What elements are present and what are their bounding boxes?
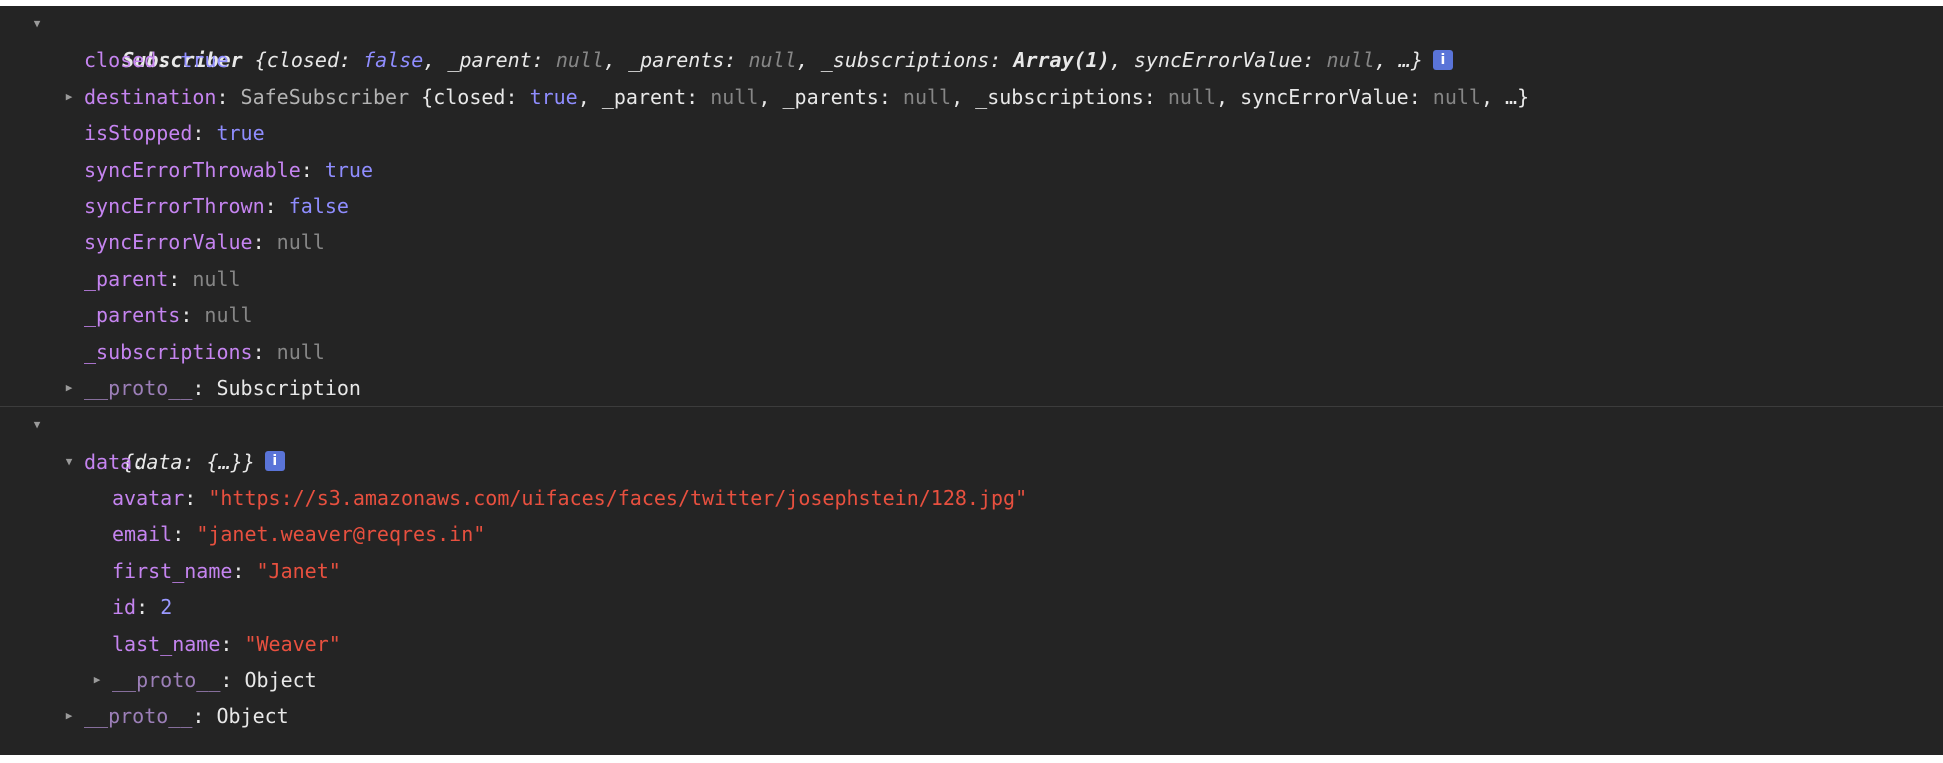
subscriber-summary-row[interactable]: ▼ Subscriber {closed: false, _parent: nul… (0, 6, 1943, 72)
prop-value: 2 (160, 595, 173, 620)
console-entry-subscriber: ▼ Subscriber {closed: false, _parent: nul… (0, 6, 1943, 406)
prop-id[interactable]: id: 2 (0, 589, 1943, 625)
prop-key: first_name (112, 558, 233, 583)
prop-key: _parents (84, 303, 181, 328)
prop-key: isStopped (84, 121, 193, 146)
prop-value: Object (216, 704, 289, 729)
preview-key: _parents (782, 84, 879, 109)
prop-value: Subscription (216, 375, 361, 400)
prop-email[interactable]: email: "janet.weaver@reqres.in" (0, 516, 1943, 552)
preview-value: null (710, 84, 759, 109)
prop-subscriptions[interactable]: _subscriptions: null (0, 334, 1943, 370)
prop-key: last_name (112, 631, 221, 656)
devtools-console: ▼ Subscriber {closed: false, _parent: nul… (0, 6, 1943, 755)
prop-value: "Weaver" (244, 631, 341, 656)
preview-value: null (1167, 84, 1217, 109)
preview-key: closed (433, 84, 506, 109)
prop-isStopped[interactable]: isStopped: true (0, 115, 1943, 151)
prop-key: email (112, 522, 173, 547)
prop-key: __proto__ (112, 668, 221, 693)
collapse-triangle-icon[interactable]: ▶ (90, 662, 104, 698)
prop-key: avatar (112, 486, 185, 511)
prop-key: syncErrorThrowable (84, 157, 301, 182)
prop-key: syncErrorThrown (84, 193, 265, 218)
prop-value: Object (244, 668, 317, 693)
prop-key: __proto__ (84, 704, 193, 729)
preview-key: _parent (601, 84, 687, 109)
preview-key: syncErrorValue (1240, 84, 1409, 109)
prop-data[interactable]: ▼ data: (0, 444, 1943, 480)
collapse-triangle-icon[interactable]: ▶ (62, 370, 76, 406)
prop-value: false (288, 193, 349, 218)
prop-key: destination (84, 84, 217, 109)
prop-syncErrorThrowable[interactable]: syncErrorThrowable: true (0, 152, 1943, 188)
prop-last-name[interactable]: last_name: "Weaver" (0, 626, 1943, 662)
collapse-triangle-icon[interactable]: ▶ (62, 698, 76, 734)
prop-avatar[interactable]: avatar: "https://s3.amazonaws.com/uiface… (0, 480, 1943, 516)
prop-value: null (276, 230, 325, 255)
console-entry-response: ▼ {data: {…}} i ▼ data: avatar: "https://s3… (0, 406, 1943, 735)
prop-key: _parent (84, 266, 169, 291)
preview-value: true (529, 84, 578, 109)
prop-value: "Janet" (256, 558, 341, 583)
prop-value: null (204, 303, 253, 328)
prop-destination[interactable]: ▶ destination: SafeSubscriber {closed: tr… (0, 79, 1943, 115)
prop-value: true (324, 157, 374, 182)
prop-key: _subscriptions (84, 339, 253, 364)
prop-parents[interactable]: _parents: null (0, 297, 1943, 333)
expand-triangle-icon[interactable]: ▼ (62, 444, 76, 480)
preview-value: null (1432, 84, 1481, 109)
expand-triangle-icon[interactable]: ▼ (30, 6, 44, 42)
prop-syncErrorValue[interactable]: syncErrorValue: null (0, 224, 1943, 260)
collapse-triangle-icon[interactable]: ▶ (62, 79, 76, 115)
ellipsis: … (1505, 84, 1518, 109)
prop-first-name[interactable]: first_name: "Janet" (0, 553, 1943, 589)
prop-key: __proto__ (84, 375, 193, 400)
class-name: SafeSubscriber (240, 84, 410, 109)
prop-value: true (216, 121, 265, 146)
prop-key: data (84, 449, 133, 474)
response-summary-row[interactable]: ▼ {data: {…}} i (0, 407, 1943, 474)
prop-proto[interactable]: ▶ __proto__: Subscription (0, 370, 1943, 406)
prop-value: null (276, 339, 325, 364)
prop-response-proto[interactable]: ▶ __proto__: Object (0, 698, 1943, 734)
prop-syncErrorThrown[interactable]: syncErrorThrown: false (0, 188, 1943, 224)
prop-data-proto[interactable]: ▶ __proto__: Object (0, 662, 1943, 698)
prop-closed[interactable]: closed: true (0, 42, 1943, 78)
prop-key: closed (84, 48, 157, 73)
prop-value: true (180, 48, 229, 73)
prop-value: null (192, 266, 241, 291)
expand-triangle-icon[interactable]: ▼ (30, 407, 44, 443)
prop-value: "janet.weaver@reqres.in" (196, 522, 486, 547)
prop-key: syncErrorValue (84, 230, 253, 255)
preview-key: _subscriptions (975, 84, 1144, 109)
preview-value: null (902, 84, 952, 109)
prop-key: id (112, 595, 137, 620)
prop-value: "https://s3.amazonaws.com/uifaces/faces/… (208, 486, 1028, 511)
prop-parent[interactable]: _parent: null (0, 261, 1943, 297)
